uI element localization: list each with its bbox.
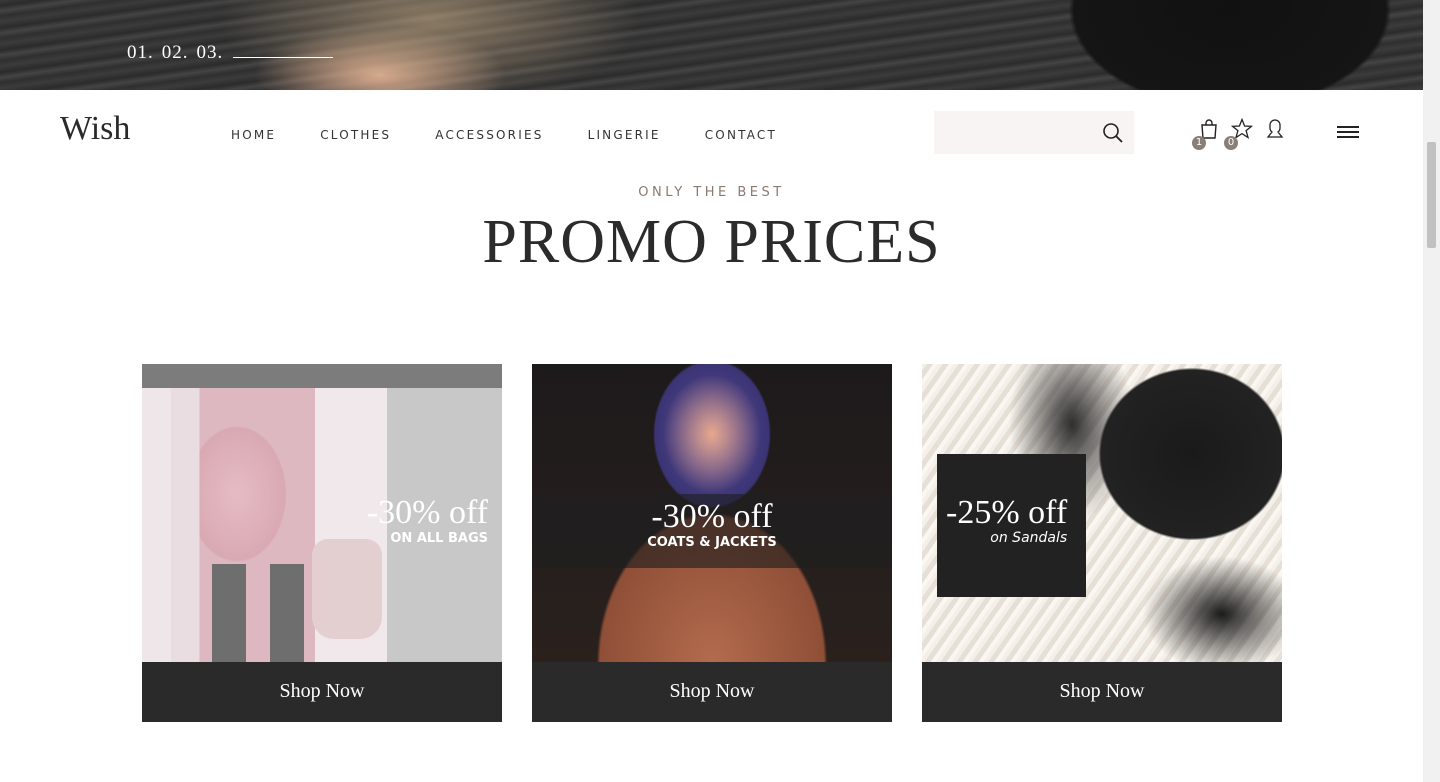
promo-image-bags[interactable]: -30% off ON ALL BAGS (142, 364, 502, 662)
promo-image-coats[interactable]: -30% off COATS & JACKETS (532, 364, 892, 662)
promo-discount: -30% off (366, 494, 488, 531)
promo-card-sandals: -25% off on Sandals Shop Now (922, 364, 1282, 722)
slide-2-link[interactable]: 02. (162, 42, 189, 64)
promo-card-coats: -30% off COATS & JACKETS Shop Now (532, 364, 892, 722)
cart-button[interactable]: 1 (1192, 118, 1223, 150)
shop-now-button[interactable]: Shop Now (532, 662, 892, 722)
nav-clothes[interactable]: CLOTHES (320, 128, 391, 142)
promo-label: COATS & JACKETS (647, 535, 777, 550)
active-slide-indicator (233, 57, 334, 58)
search-input[interactable] (934, 111, 1098, 154)
main-nav: HOME CLOTHES ACCESSORIES LINGERIE CONTAC… (231, 128, 821, 142)
search-icon[interactable] (1102, 122, 1124, 144)
scrollbar-thumb[interactable] (1427, 142, 1436, 248)
nav-lingerie[interactable]: LINGERIE (588, 128, 661, 142)
promo-text: -30% off ON ALL BAGS (367, 494, 488, 546)
hero-slider: 01. 02. 03. (0, 0, 1423, 90)
promo-discount: -25% off (946, 494, 1068, 531)
promo-text: -25% off on Sandals (946, 494, 1067, 546)
promo-label: ON ALL BAGS (390, 531, 488, 546)
search-box (934, 111, 1134, 154)
page-scrollbar[interactable] (1423, 0, 1440, 782)
site-header: Wish HOME CLOTHES ACCESSORIES LINGERIE C… (0, 90, 1423, 178)
section-eyebrow: ONLY THE BEST (638, 185, 785, 200)
section-title: PROMO PRICES (482, 208, 941, 276)
nav-contact[interactable]: CONTACT (705, 128, 777, 142)
handbag (312, 539, 382, 639)
promo-label: on Sandals (990, 530, 1068, 546)
nav-home[interactable]: HOME (231, 128, 276, 142)
boot-right (270, 564, 304, 662)
wishlist-button[interactable]: 0 (1224, 117, 1255, 150)
nav-accessories[interactable]: ACCESSORIES (435, 128, 543, 142)
slide-3-link[interactable]: 03. (197, 42, 224, 64)
promo-text: -30% off COATS & JACKETS (532, 498, 892, 550)
boot-left (212, 564, 246, 662)
cart-count-badge: 1 (1192, 136, 1206, 150)
slide-1-link[interactable]: 01. (127, 42, 154, 64)
slider-pagination: 01. 02. 03. (127, 42, 334, 64)
user-icon (1265, 119, 1285, 144)
logo[interactable]: Wish (60, 110, 130, 148)
wishlist-count-badge: 0 (1224, 136, 1238, 150)
promo-card-bags: -30% off ON ALL BAGS Shop Now (142, 364, 502, 722)
hamburger-menu-icon[interactable] (1337, 126, 1359, 142)
shop-now-button[interactable]: Shop Now (922, 662, 1282, 722)
promo-image-sandals[interactable]: -25% off on Sandals (922, 364, 1282, 662)
shop-now-button[interactable]: Shop Now (142, 662, 502, 722)
account-button[interactable] (1265, 118, 1289, 144)
promo-discount: -30% off (651, 498, 773, 535)
